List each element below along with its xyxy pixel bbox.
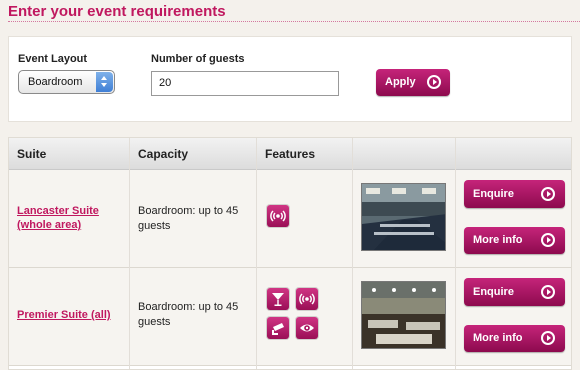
- requirements-panel: Event Layout Boardroom Number of guests …: [8, 36, 572, 122]
- column-divider: [352, 138, 353, 369]
- wifi-icon: [296, 288, 318, 310]
- arrow-circle-icon: [541, 233, 555, 247]
- event-layout-label: Event Layout: [18, 53, 88, 65]
- header-suite: Suite: [17, 147, 47, 161]
- table-row: Lancaster Suite (whole area) Boardroom: …: [9, 170, 571, 268]
- suite-name-line2: (whole area): [17, 219, 82, 231]
- page-heading: Enter your event requirements: [8, 3, 226, 20]
- more-info-button[interactable]: More info: [464, 227, 565, 254]
- header-capacity: Capacity: [138, 147, 189, 161]
- capacity-line2: guests: [138, 316, 171, 328]
- suite-photo-premier: [361, 281, 446, 349]
- wifi-icon: [267, 205, 289, 227]
- suite-link-premier[interactable]: Premier Suite (all): [17, 308, 111, 322]
- cctv-camera-icon: [267, 317, 289, 339]
- column-divider: [455, 138, 456, 369]
- enquire-label: Enquire: [473, 286, 514, 298]
- capacity-line1: Boardroom: up to 45: [138, 205, 239, 217]
- suites-table: Suite Capacity Features Lancaster Suite …: [8, 137, 572, 370]
- capacity-text: Boardroom: up to 45 guests: [138, 204, 248, 234]
- viewing-eye-icon: [296, 317, 318, 339]
- column-divider: [256, 138, 257, 369]
- table-header: Suite Capacity Features: [9, 138, 571, 170]
- guests-input[interactable]: 20: [151, 71, 339, 96]
- more-info-label: More info: [473, 332, 523, 344]
- capacity-line1: Boardroom: up to 45: [138, 301, 239, 313]
- cocktail-bar-icon: [267, 288, 289, 310]
- suite-link-lancaster[interactable]: Lancaster Suite (whole area): [17, 204, 99, 232]
- arrow-circle-icon: [427, 75, 441, 89]
- arrow-circle-icon: [541, 331, 555, 345]
- heading-divider: [8, 21, 580, 22]
- arrow-circle-icon: [541, 187, 555, 201]
- enquire-button[interactable]: Enquire: [464, 180, 565, 208]
- apply-button[interactable]: Apply: [376, 69, 450, 96]
- suite-name-line1: Lancaster Suite: [17, 205, 99, 217]
- column-divider: [129, 138, 130, 369]
- header-features: Features: [265, 147, 316, 161]
- capacity-line2: guests: [138, 220, 171, 232]
- more-info-button[interactable]: More info: [464, 325, 565, 352]
- suite-photo-lancaster: [361, 183, 446, 251]
- event-layout-value: Boardroom: [28, 76, 83, 88]
- guests-label: Number of guests: [151, 53, 245, 65]
- more-info-label: More info: [473, 234, 523, 246]
- enquire-button[interactable]: Enquire: [464, 278, 565, 306]
- apply-label: Apply: [385, 76, 416, 88]
- event-layout-select[interactable]: Boardroom: [18, 70, 115, 94]
- enquire-label: Enquire: [473, 188, 514, 200]
- table-row: Premier Suite (all) Boardroom: up to 45 …: [9, 268, 571, 366]
- select-arrows-icon: [96, 72, 113, 92]
- arrow-circle-icon: [541, 285, 555, 299]
- capacity-text: Boardroom: up to 45 guests: [138, 300, 248, 330]
